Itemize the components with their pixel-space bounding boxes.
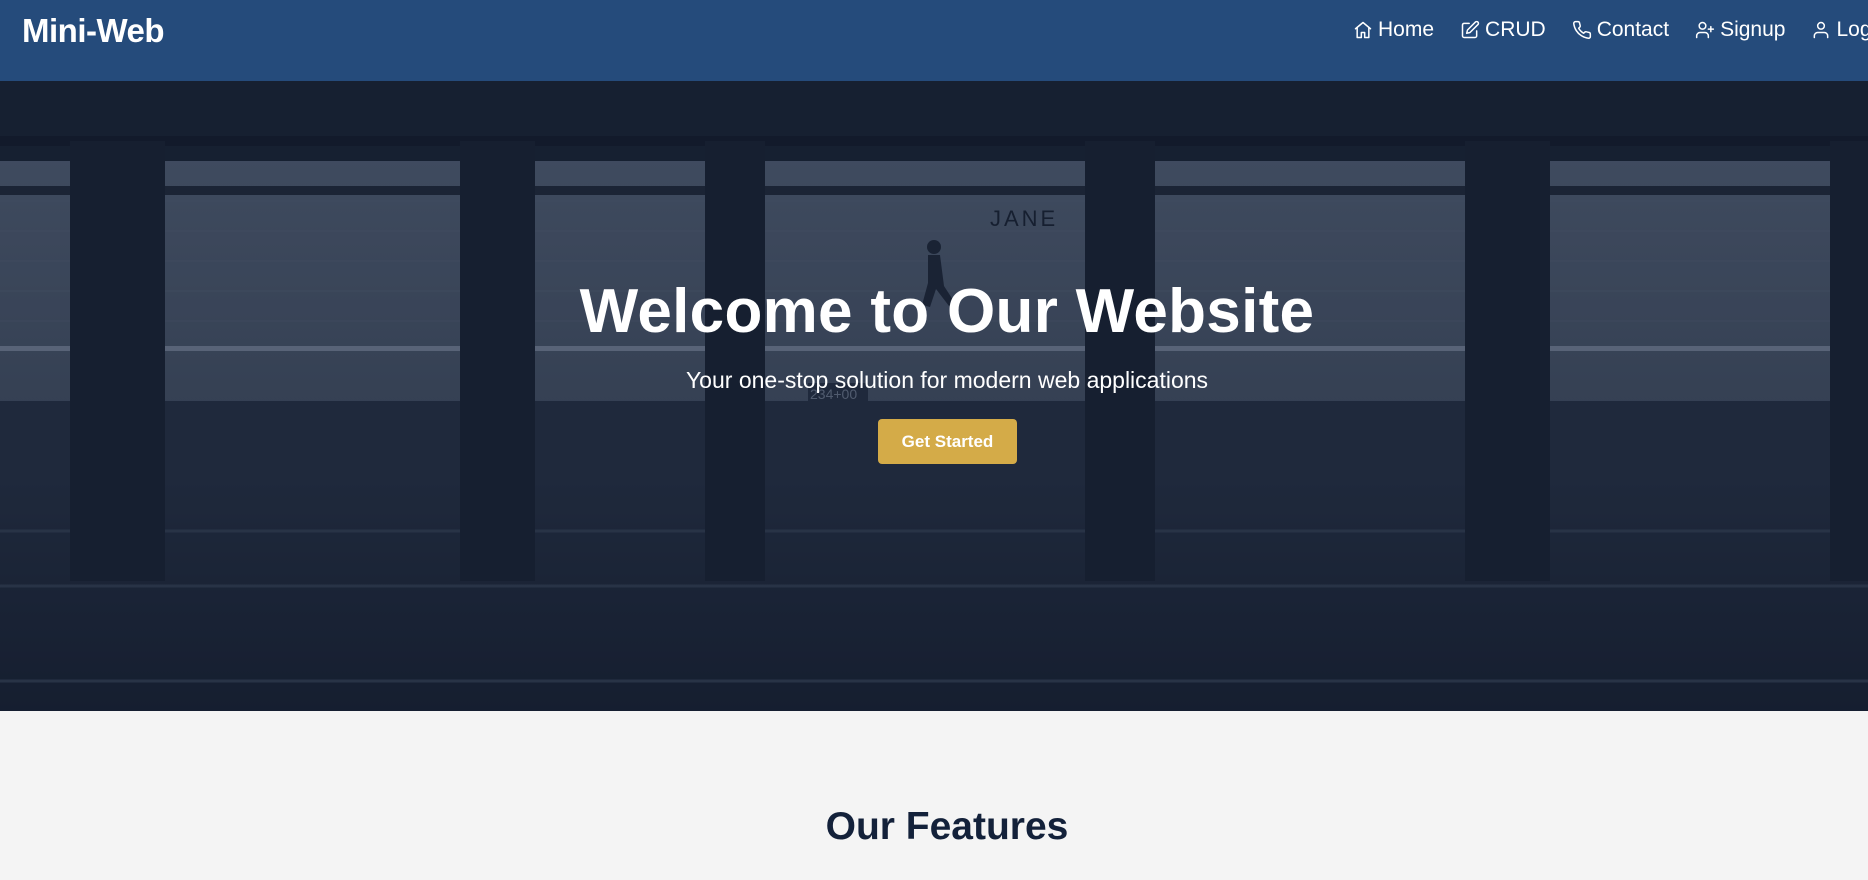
features-title: Our Features <box>825 805 1069 848</box>
nav-crud-link[interactable]: CRUD <box>1459 18 1546 42</box>
hero-overlay <box>0 81 1868 711</box>
home-icon <box>1352 19 1374 41</box>
nav-login-link[interactable]: Login <box>1810 18 1868 42</box>
user-plus-icon <box>1694 19 1716 41</box>
nav-signup-link[interactable]: Signup <box>1694 18 1785 42</box>
main-nav: Home CRUD Contact Signup Login <box>1352 18 1868 42</box>
navbar: Mini-Web Home CRUD Contact Signup Log <box>0 0 1868 81</box>
nav-crud-label: CRUD <box>1485 18 1546 41</box>
get-started-button[interactable]: Get Started <box>878 419 1017 464</box>
nav-contact-label: Contact <box>1596 18 1670 41</box>
phone-icon <box>1571 19 1593 41</box>
hero-section: JANE 234+00 Welcome to Our Website Your … <box>0 81 1868 711</box>
nav-home-link[interactable]: Home <box>1352 18 1434 42</box>
edit-icon <box>1459 19 1481 41</box>
nav-login-label: Login <box>1836 18 1868 41</box>
features-section: Our Features <box>0 711 1868 880</box>
nav-contact-link[interactable]: Contact <box>1571 18 1669 42</box>
nav-home-label: Home <box>1378 18 1435 41</box>
hero-subtitle: Your one-stop solution for modern web ap… <box>685 367 1209 393</box>
hero-title: Welcome to Our Website <box>579 277 1315 346</box>
nav-signup-label: Signup <box>1720 18 1786 41</box>
brand-logo[interactable]: Mini-Web <box>22 12 165 50</box>
user-icon <box>1810 19 1832 41</box>
